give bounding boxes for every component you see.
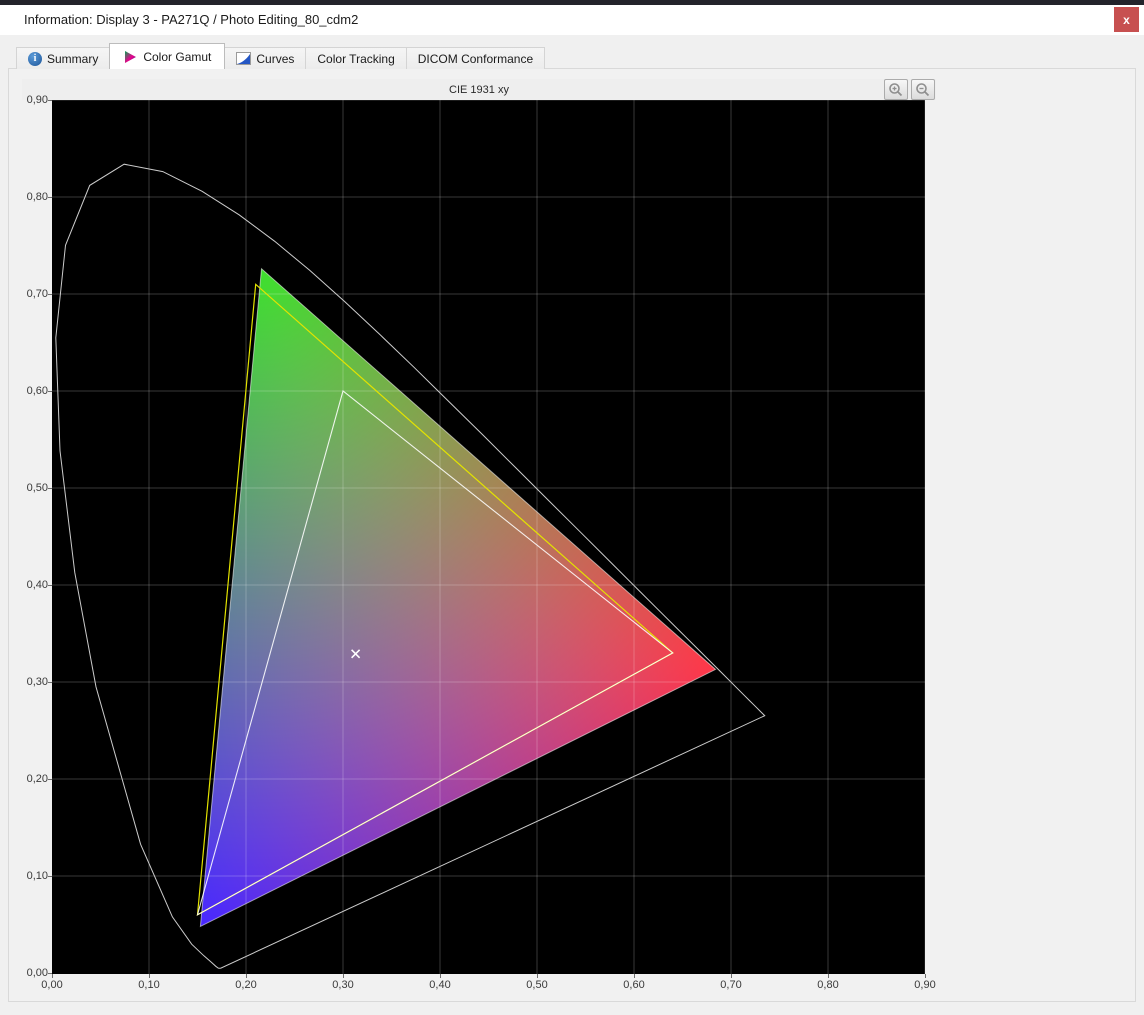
x-tick-label: 0,50: [515, 979, 559, 991]
white-point-marker: [352, 650, 360, 658]
x-tick: [246, 974, 247, 978]
y-tick: [48, 100, 52, 101]
window-titlebar: Information: Display 3 - PA271Q / Photo …: [0, 5, 1144, 35]
x-tick: [440, 974, 441, 978]
y-tick: [48, 391, 52, 392]
y-tick-label: 0,30: [22, 676, 48, 688]
x-tick-label: 0,10: [127, 979, 171, 991]
y-tick: [48, 682, 52, 683]
plot-area: [52, 100, 925, 974]
window-title: Information: Display 3 - PA271Q / Photo …: [24, 12, 358, 27]
tab-label: Color Tracking: [317, 52, 394, 66]
x-tick: [343, 974, 344, 978]
x-tick: [634, 974, 635, 978]
x-tick: [731, 974, 732, 978]
x-tick-label: 0,60: [612, 979, 656, 991]
y-tick-label: 0,10: [22, 870, 48, 882]
y-tick: [48, 488, 52, 489]
y-tick-label: 0,20: [22, 773, 48, 785]
chart-widget: CIE 1931 xy 0,90 0,80 0,70 0,60 0,50 0,40 0,30…: [22, 79, 936, 999]
tab-label: Summary: [47, 52, 98, 66]
magnifier-minus-icon: [915, 82, 931, 98]
y-tick: [48, 876, 52, 877]
magnifier-plus-icon: [888, 82, 904, 98]
x-tick-label: 0,30: [321, 979, 365, 991]
chart-header: CIE 1931 xy: [22, 79, 936, 100]
chart-zoom-controls: [884, 79, 935, 100]
tab-label: Color Gamut: [143, 50, 211, 64]
y-tick-label: 0,00: [22, 967, 48, 979]
x-tick-label: 0,40: [418, 979, 462, 991]
y-tick-label: 0,90: [22, 94, 48, 106]
close-icon: x: [1123, 13, 1130, 27]
x-tick: [925, 974, 926, 978]
y-tick-label: 0,80: [22, 191, 48, 203]
x-tick: [149, 974, 150, 978]
y-tick-label: 0,50: [22, 482, 48, 494]
x-tick-label: 0,80: [806, 979, 850, 991]
y-tick: [48, 779, 52, 780]
x-tick: [828, 974, 829, 978]
x-tick-label: 0,20: [224, 979, 268, 991]
close-button[interactable]: x: [1114, 7, 1139, 32]
tab-color-tracking[interactable]: Color Tracking: [305, 47, 406, 69]
x-tick: [52, 974, 53, 978]
info-icon: i: [28, 52, 42, 66]
tab-label: Curves: [256, 52, 294, 66]
tab-color-gamut[interactable]: Color Gamut: [109, 43, 225, 69]
chart-title: CIE 1931 xy: [449, 84, 509, 96]
tab-label: DICOM Conformance: [418, 52, 533, 66]
x-tick: [537, 974, 538, 978]
tab-bar: i Summary Color Gamut Curves Color Track…: [16, 43, 544, 69]
tab-summary[interactable]: i Summary: [16, 47, 110, 69]
tab-curves[interactable]: Curves: [224, 47, 306, 69]
x-tick-label: 0,00: [30, 979, 74, 991]
y-tick: [48, 294, 52, 295]
y-tick: [48, 197, 52, 198]
zoom-in-button[interactable]: [884, 79, 908, 100]
chromaticity-diagram: [52, 100, 925, 974]
y-tick-label: 0,40: [22, 579, 48, 591]
zoom-out-button[interactable]: [911, 79, 935, 100]
gamut-icon: [123, 50, 138, 64]
x-tick-label: 0,90: [903, 979, 947, 991]
tab-dicom-conformance[interactable]: DICOM Conformance: [406, 47, 545, 69]
x-tick-label: 0,70: [709, 979, 753, 991]
y-tick: [48, 585, 52, 586]
y-tick-label: 0,60: [22, 385, 48, 397]
y-tick-label: 0,70: [22, 288, 48, 300]
curves-icon: [236, 52, 251, 65]
